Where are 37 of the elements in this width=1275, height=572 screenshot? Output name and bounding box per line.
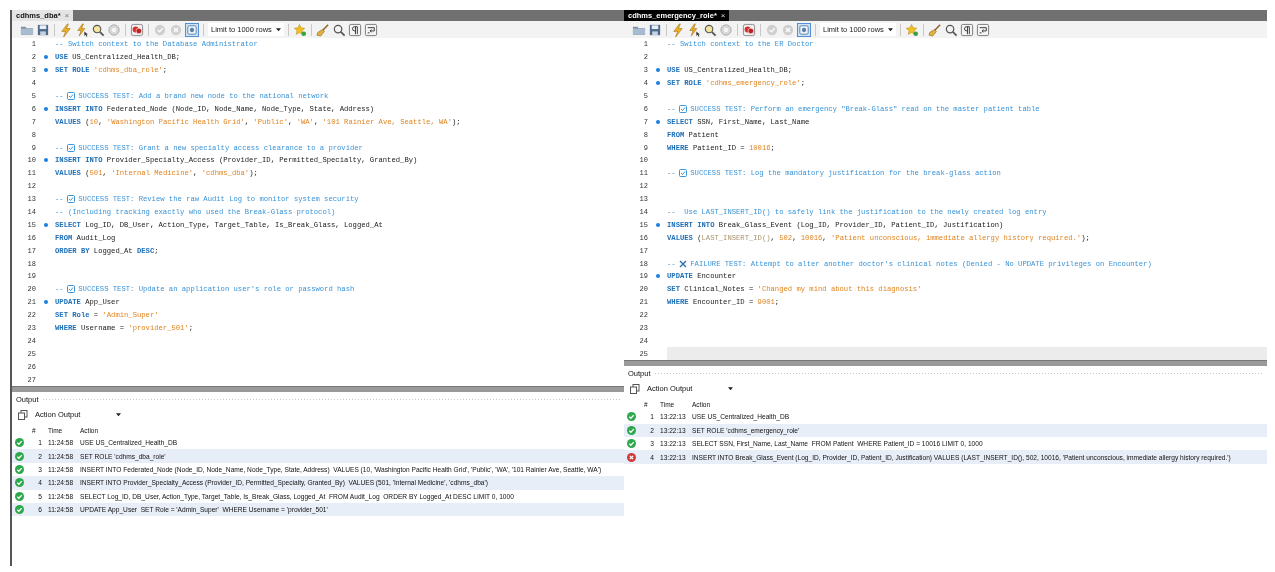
broom-icon[interactable] <box>928 22 942 37</box>
paragraph-icon[interactable] <box>348 22 362 37</box>
copy-icon[interactable] <box>18 409 28 420</box>
save-icon[interactable] <box>648 22 662 37</box>
wrap-icon[interactable] <box>364 22 378 37</box>
magnifier-icon[interactable] <box>91 22 105 37</box>
checkbox-check-icon <box>66 195 75 204</box>
lightning-cursor-icon[interactable] <box>687 22 701 37</box>
toggle-icon[interactable] <box>742 22 756 37</box>
caret-icon[interactable] <box>116 412 121 417</box>
paragraph-icon[interactable] <box>960 22 974 37</box>
checkbox-check-icon <box>66 285 75 294</box>
copy-icon[interactable] <box>630 383 640 394</box>
close-icon[interactable]: × <box>64 11 70 20</box>
broom-icon[interactable] <box>316 22 330 37</box>
checkbox-check-icon <box>66 143 75 152</box>
caret-icon[interactable] <box>728 386 733 391</box>
wrap-icon[interactable] <box>976 22 990 37</box>
magnifier-icon[interactable] <box>703 22 717 37</box>
cross-icon <box>678 259 687 268</box>
lightning-cursor-icon[interactable] <box>75 22 89 37</box>
check-circle-icon[interactable] <box>153 22 167 37</box>
caret-icon[interactable] <box>276 27 281 32</box>
star-icon[interactable] <box>905 22 919 37</box>
toggle-icon[interactable] <box>130 22 144 37</box>
checkbox-check-icon <box>678 104 687 113</box>
search-icon[interactable] <box>332 22 346 37</box>
checkbox-check-icon <box>66 92 75 100</box>
search-icon[interactable] <box>944 22 958 37</box>
checkbox-check-icon <box>678 169 687 178</box>
check-circle-icon[interactable] <box>765 22 779 37</box>
caret-icon[interactable] <box>888 27 893 32</box>
star-icon[interactable] <box>293 22 307 37</box>
save-icon[interactable] <box>36 22 50 37</box>
toggle-on-icon[interactable] <box>185 22 199 37</box>
close-icon[interactable]: × <box>720 11 726 20</box>
toggle-on-icon[interactable] <box>797 22 811 37</box>
